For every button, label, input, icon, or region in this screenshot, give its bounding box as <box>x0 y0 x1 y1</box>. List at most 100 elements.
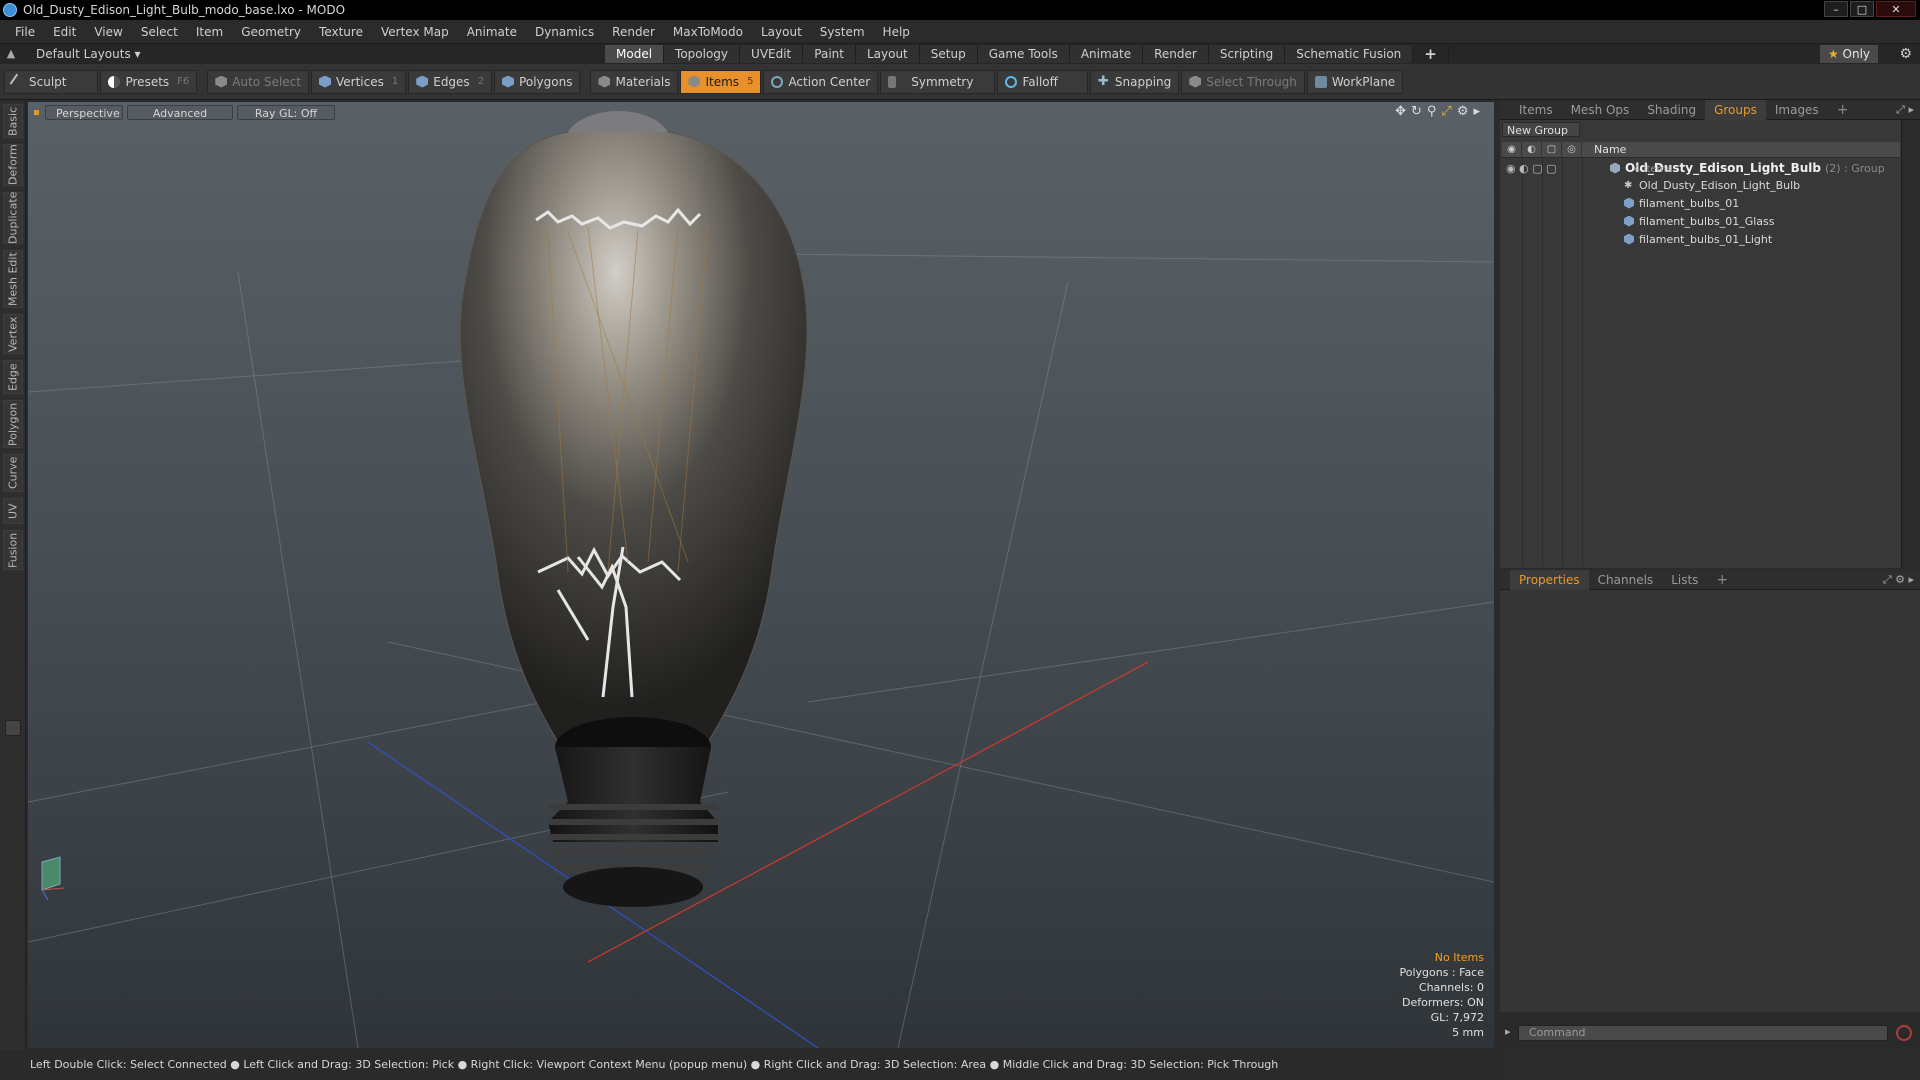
locator-icon: ✱ <box>1624 179 1633 191</box>
items-button[interactable]: Items 5 <box>680 69 762 94</box>
pan-icon[interactable]: ✥ <box>1395 104 1406 119</box>
action-center-button[interactable]: Action Center <box>763 69 879 94</box>
tab-uvedit[interactable]: UVEdit <box>740 45 804 63</box>
raygl-toggle[interactable]: Ray GL: Off <box>237 104 335 120</box>
items-shortcut: 5 <box>747 76 754 87</box>
command-history-icon[interactable]: ▸ <box>1505 1025 1511 1038</box>
tab-channels[interactable]: Channels <box>1589 570 1663 590</box>
menu-geometry[interactable]: Geometry <box>232 20 310 44</box>
tab-setup[interactable]: Setup <box>919 45 978 63</box>
viewport-menu-dot[interactable] <box>34 109 39 115</box>
tab-images[interactable]: Images <box>1766 100 1828 120</box>
close-button[interactable]: ✕ <box>1876 1 1916 17</box>
select-through-button[interactable]: Select Through <box>1181 69 1305 94</box>
menu-maxtomodo[interactable]: MaxToModo <box>664 20 752 44</box>
tab-scripting[interactable]: Scripting <box>1208 45 1286 63</box>
maximize-button[interactable]: □ <box>1850 1 1874 17</box>
menu-help[interactable]: Help <box>874 20 919 44</box>
add-panel-tab-button[interactable]: + <box>1828 100 1858 120</box>
vtab-polygon[interactable]: Polygon <box>3 400 23 448</box>
snapping-button[interactable]: ✚ Snapping <box>1089 69 1180 94</box>
tree-item-filament[interactable]: filament_bulbs_01 <box>1624 195 1739 211</box>
tab-shading[interactable]: Shading <box>1638 100 1705 120</box>
tab-topology[interactable]: Topology <box>664 45 741 63</box>
menu-file[interactable]: File <box>6 20 44 44</box>
view-type-dropdown[interactable]: Perspective <box>45 104 123 120</box>
viewport-settings-icon[interactable]: ⚙ <box>1457 104 1469 119</box>
shading-mode-dropdown[interactable]: Advanced <box>127 104 233 120</box>
add-tab-button[interactable]: + <box>1413 45 1449 63</box>
snapping-label: Snapping <box>1114 74 1172 89</box>
toolbox-toggle-button[interactable] <box>5 720 21 736</box>
menu-edit[interactable]: Edit <box>44 20 85 44</box>
vtab-mesh-edit[interactable]: Mesh Edit <box>3 250 23 308</box>
edges-button[interactable]: Edges 2 <box>408 69 493 94</box>
tree-item-glass[interactable]: filament_bulbs_01_Glass <box>1624 213 1775 229</box>
vtab-edge[interactable]: Edge <box>3 360 23 394</box>
only-toggle[interactable]: ★ Only <box>1820 45 1878 63</box>
command-input[interactable]: Command <box>1518 1025 1888 1041</box>
tab-items[interactable]: Items <box>1510 100 1562 120</box>
minimize-button[interactable]: – <box>1824 1 1848 17</box>
menu-layout[interactable]: Layout <box>752 20 811 44</box>
vtab-curve[interactable]: Curve <box>3 454 23 492</box>
menu-texture[interactable]: Texture <box>310 20 372 44</box>
sculpt-button[interactable]: Sculpt <box>4 69 99 94</box>
menu-animate[interactable]: Animate <box>458 20 526 44</box>
tab-paint[interactable]: Paint <box>803 45 856 63</box>
workplane-button[interactable]: WorkPlane <box>1306 69 1404 94</box>
3d-viewport[interactable]: Perspective Advanced Ray GL: Off ✥ ↻ ⚲ ⤢… <box>28 102 1494 1048</box>
tab-model[interactable]: Model <box>605 45 665 63</box>
add-bottom-tab-button[interactable]: + <box>1707 570 1737 590</box>
vtab-deform[interactable]: Deform <box>3 144 23 186</box>
vtab-vertex[interactable]: Vertex <box>3 314 23 354</box>
vtab-basic[interactable]: Basic <box>3 104 23 138</box>
menu-view[interactable]: View <box>85 20 131 44</box>
new-group-button[interactable]: New Group <box>1502 122 1580 137</box>
vtab-fusion[interactable]: Fusion <box>3 530 23 570</box>
select-column-icon[interactable]: ◎ <box>1562 141 1582 158</box>
gear-icon[interactable]: ⚙ <box>1899 45 1912 63</box>
menu-render[interactable]: Render <box>603 20 664 44</box>
bottom-panel-expand-icon[interactable]: ⤢ ⚙ ▸ <box>1883 573 1914 587</box>
falloff-button[interactable]: Falloff <box>997 69 1088 94</box>
polygons-button[interactable]: Polygons <box>494 69 581 94</box>
tab-groups[interactable]: Groups <box>1705 99 1766 120</box>
menu-dynamics[interactable]: Dynamics <box>526 20 603 44</box>
panel-expand-icon[interactable]: ⤢ ▸ <box>1896 103 1914 117</box>
menu-select[interactable]: Select <box>132 20 187 44</box>
materials-button[interactable]: Materials <box>590 69 679 94</box>
tab-mesh-ops[interactable]: Mesh Ops <box>1562 100 1639 120</box>
tab-lists[interactable]: Lists <box>1662 570 1707 590</box>
rotate-icon[interactable]: ↻ <box>1411 104 1422 119</box>
menu-vertex-map[interactable]: Vertex Map <box>372 20 458 44</box>
symmetry-button[interactable]: Symmetry <box>880 69 996 94</box>
vtab-uv[interactable]: UV <box>3 498 23 524</box>
group-visibility-icon[interactable]: ◉ ◐ ▢ ▢ <box>1506 162 1556 175</box>
tab-layout[interactable]: Layout <box>855 45 920 63</box>
menu-item[interactable]: Item <box>187 20 232 44</box>
vertices-button[interactable]: Vertices 1 <box>310 69 407 94</box>
layout-preset-dropdown[interactable]: Default Layouts ▾ <box>36 47 141 61</box>
stop-icon[interactable] <box>1896 1025 1912 1041</box>
tab-properties[interactable]: Properties <box>1510 569 1589 590</box>
auto-select-button[interactable]: Auto Select <box>207 69 309 94</box>
presets-button[interactable]: Presets F6 <box>100 69 198 94</box>
zoom-icon[interactable]: ⚲ <box>1427 104 1437 119</box>
tree-item-light[interactable]: filament_bulbs_01_Light <box>1624 231 1772 247</box>
expand-arrow-icon[interactable]: ▸ <box>1473 104 1480 119</box>
window-title: Old_Dusty_Edison_Light_Bulb_modo_base.lx… <box>23 3 346 17</box>
tree-item-locator[interactable]: ✱ Old_Dusty_Edison_Light_Bulb <box>1624 177 1800 193</box>
layout-collapse-icon[interactable]: ▲ <box>0 44 22 64</box>
tab-game-tools[interactable]: Game Tools <box>977 45 1070 63</box>
tab-render[interactable]: Render <box>1143 45 1209 63</box>
tab-schematic-fusion[interactable]: Schematic Fusion <box>1285 45 1414 63</box>
lock-column-icon[interactable]: ▢ <box>1542 141 1562 158</box>
vtab-duplicate[interactable]: Duplicate <box>3 192 23 244</box>
name-column-header[interactable]: Name <box>1582 143 1626 156</box>
render-column-icon[interactable]: ◐ <box>1522 141 1542 158</box>
visibility-column-icon[interactable]: ◉ <box>1502 141 1522 158</box>
fit-icon[interactable]: ⤢ <box>1441 104 1451 119</box>
tab-animate[interactable]: Animate <box>1069 45 1144 63</box>
menu-system[interactable]: System <box>811 20 874 44</box>
